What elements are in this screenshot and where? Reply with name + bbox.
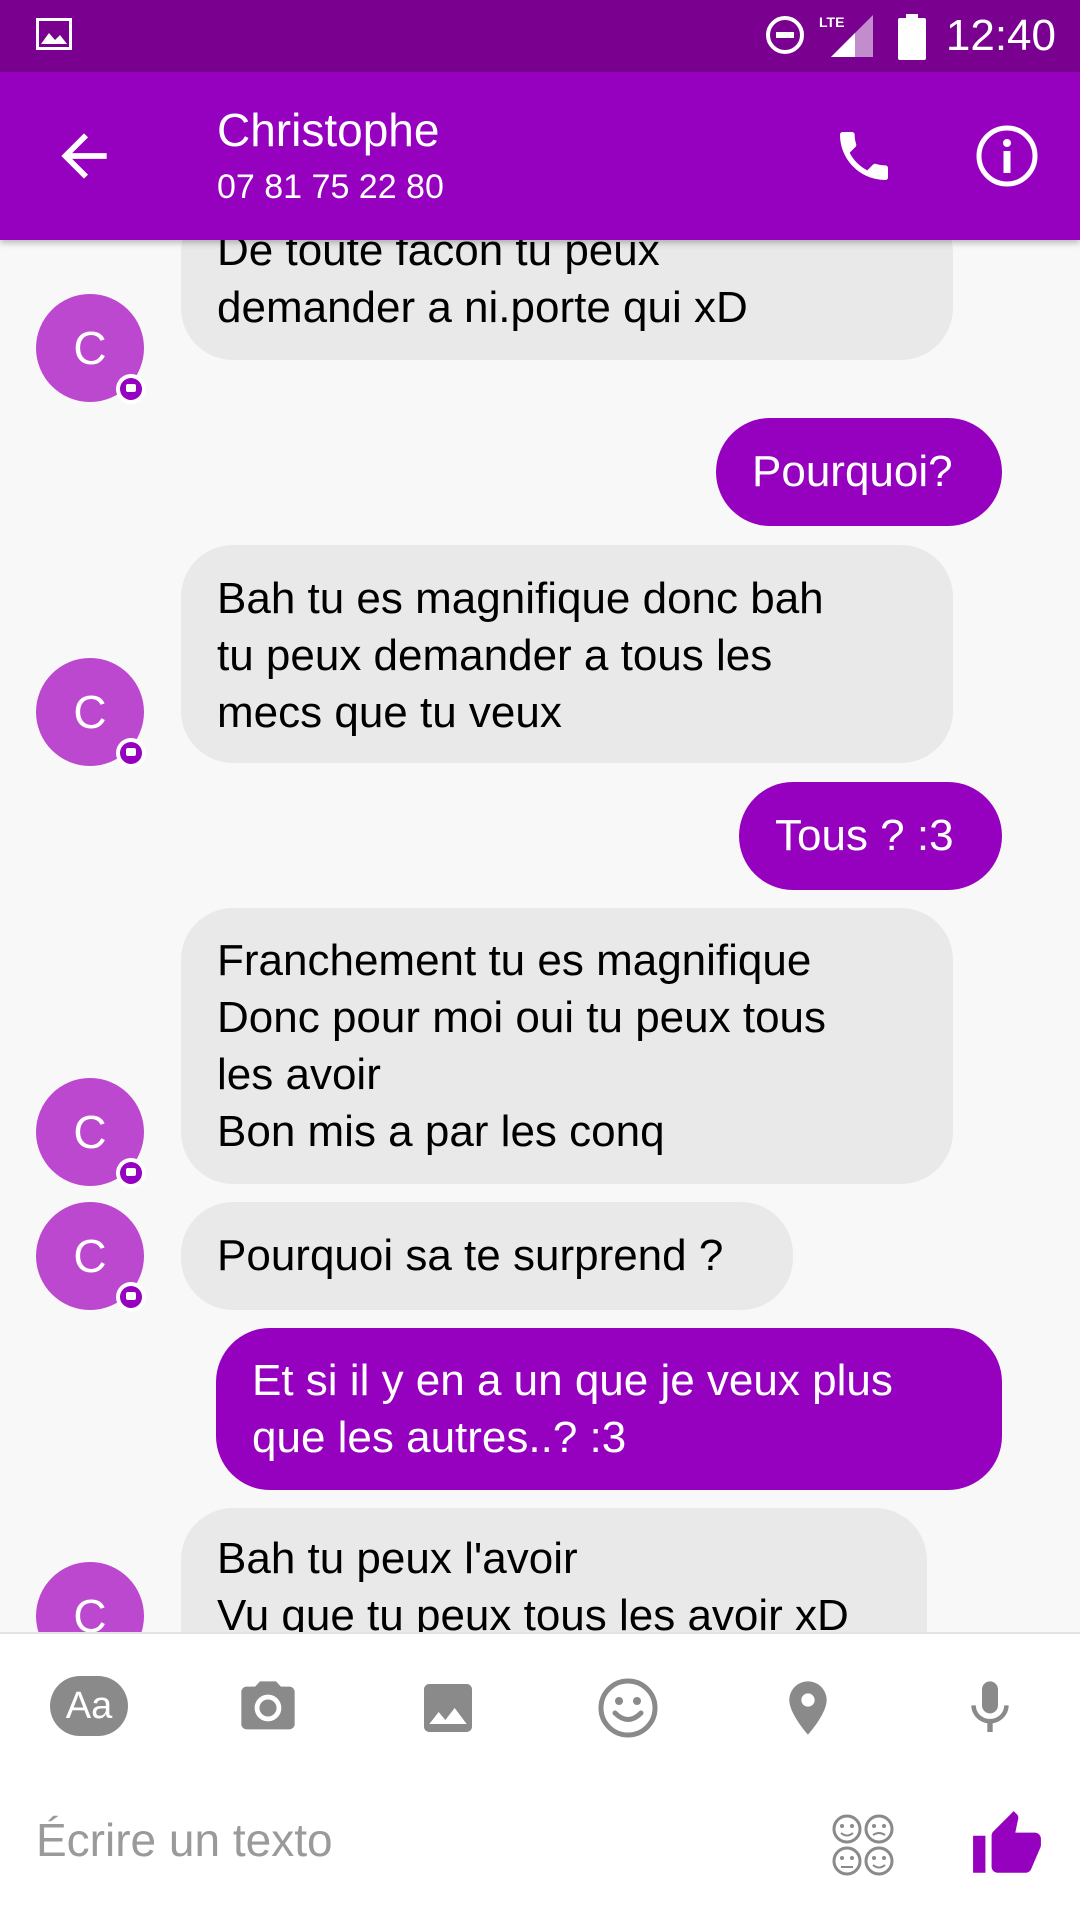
contact-name[interactable]: Christophe: [217, 102, 439, 158]
avatar[interactable]: C: [36, 658, 146, 768]
microphone-icon[interactable]: [958, 1676, 1022, 1740]
incoming-message[interactable]: Bah tu peux l'avoir Vu que tu peux tous …: [181, 1508, 927, 1632]
incoming-message[interactable]: De toute facon tu peux demander a ni.por…: [181, 240, 953, 360]
arrow-left-icon[interactable]: [50, 122, 118, 190]
outgoing-message[interactable]: Tous ? :3: [739, 782, 1002, 890]
lte-signal-icon: LTE: [819, 14, 873, 57]
messenger-badge-icon: [116, 1158, 146, 1188]
avatar-initial: C: [73, 1106, 107, 1158]
incoming-message[interactable]: Pourquoi sa te surprend ?: [181, 1202, 793, 1310]
clock: 12:40: [945, 11, 1056, 60]
thumbs-up-icon[interactable]: [970, 1808, 1044, 1882]
avatar[interactable]: C: [36, 1078, 146, 1188]
conversation-header: Christophe 07 81 75 22 80: [0, 72, 1080, 240]
status-bar: LTE 12:40: [0, 0, 1080, 72]
avatar[interactable]: C: [36, 294, 146, 404]
outgoing-message[interactable]: Pourquoi?: [716, 418, 1002, 526]
outgoing-message[interactable]: Et si il y en a un que je veux plus que …: [216, 1328, 1002, 1490]
avatar-initial: C: [73, 1590, 107, 1632]
gallery-notification-icon: [36, 18, 72, 50]
emoji-icon[interactable]: [596, 1676, 660, 1740]
text-format-icon[interactable]: Aa: [50, 1676, 128, 1736]
image-icon[interactable]: [416, 1676, 480, 1740]
avatar-initial: C: [73, 1230, 107, 1282]
phone-icon[interactable]: [832, 124, 896, 188]
camera-icon[interactable]: [236, 1676, 300, 1740]
avatar[interactable]: C: [36, 1202, 146, 1312]
contact-phone: 07 81 75 22 80: [217, 168, 444, 206]
battery-icon: [898, 14, 926, 60]
info-icon[interactable]: [975, 124, 1039, 188]
location-icon[interactable]: [776, 1676, 840, 1740]
incoming-message[interactable]: Bah tu es magnifique donc bah tu peux de…: [181, 545, 953, 763]
messenger-badge-icon: [116, 738, 146, 768]
avatar[interactable]: C: [36, 1562, 144, 1632]
avatar-initial: C: [73, 686, 107, 738]
message-list[interactable]: De toute facon tu peux demander a ni.por…: [0, 240, 1080, 1632]
sticker-icon[interactable]: [830, 1812, 896, 1878]
incoming-message[interactable]: Franchement tu es magnifique Donc pour m…: [181, 908, 953, 1184]
messenger-badge-icon: [116, 374, 146, 404]
svg-text:LTE: LTE: [819, 14, 844, 30]
message-input[interactable]: Écrire un texto: [36, 1812, 333, 1868]
messenger-badge-icon: [116, 1282, 146, 1312]
avatar-initial: C: [73, 322, 107, 374]
do-not-disturb-icon: [766, 16, 804, 54]
composer-bar: Aa: [0, 1632, 1080, 1922]
